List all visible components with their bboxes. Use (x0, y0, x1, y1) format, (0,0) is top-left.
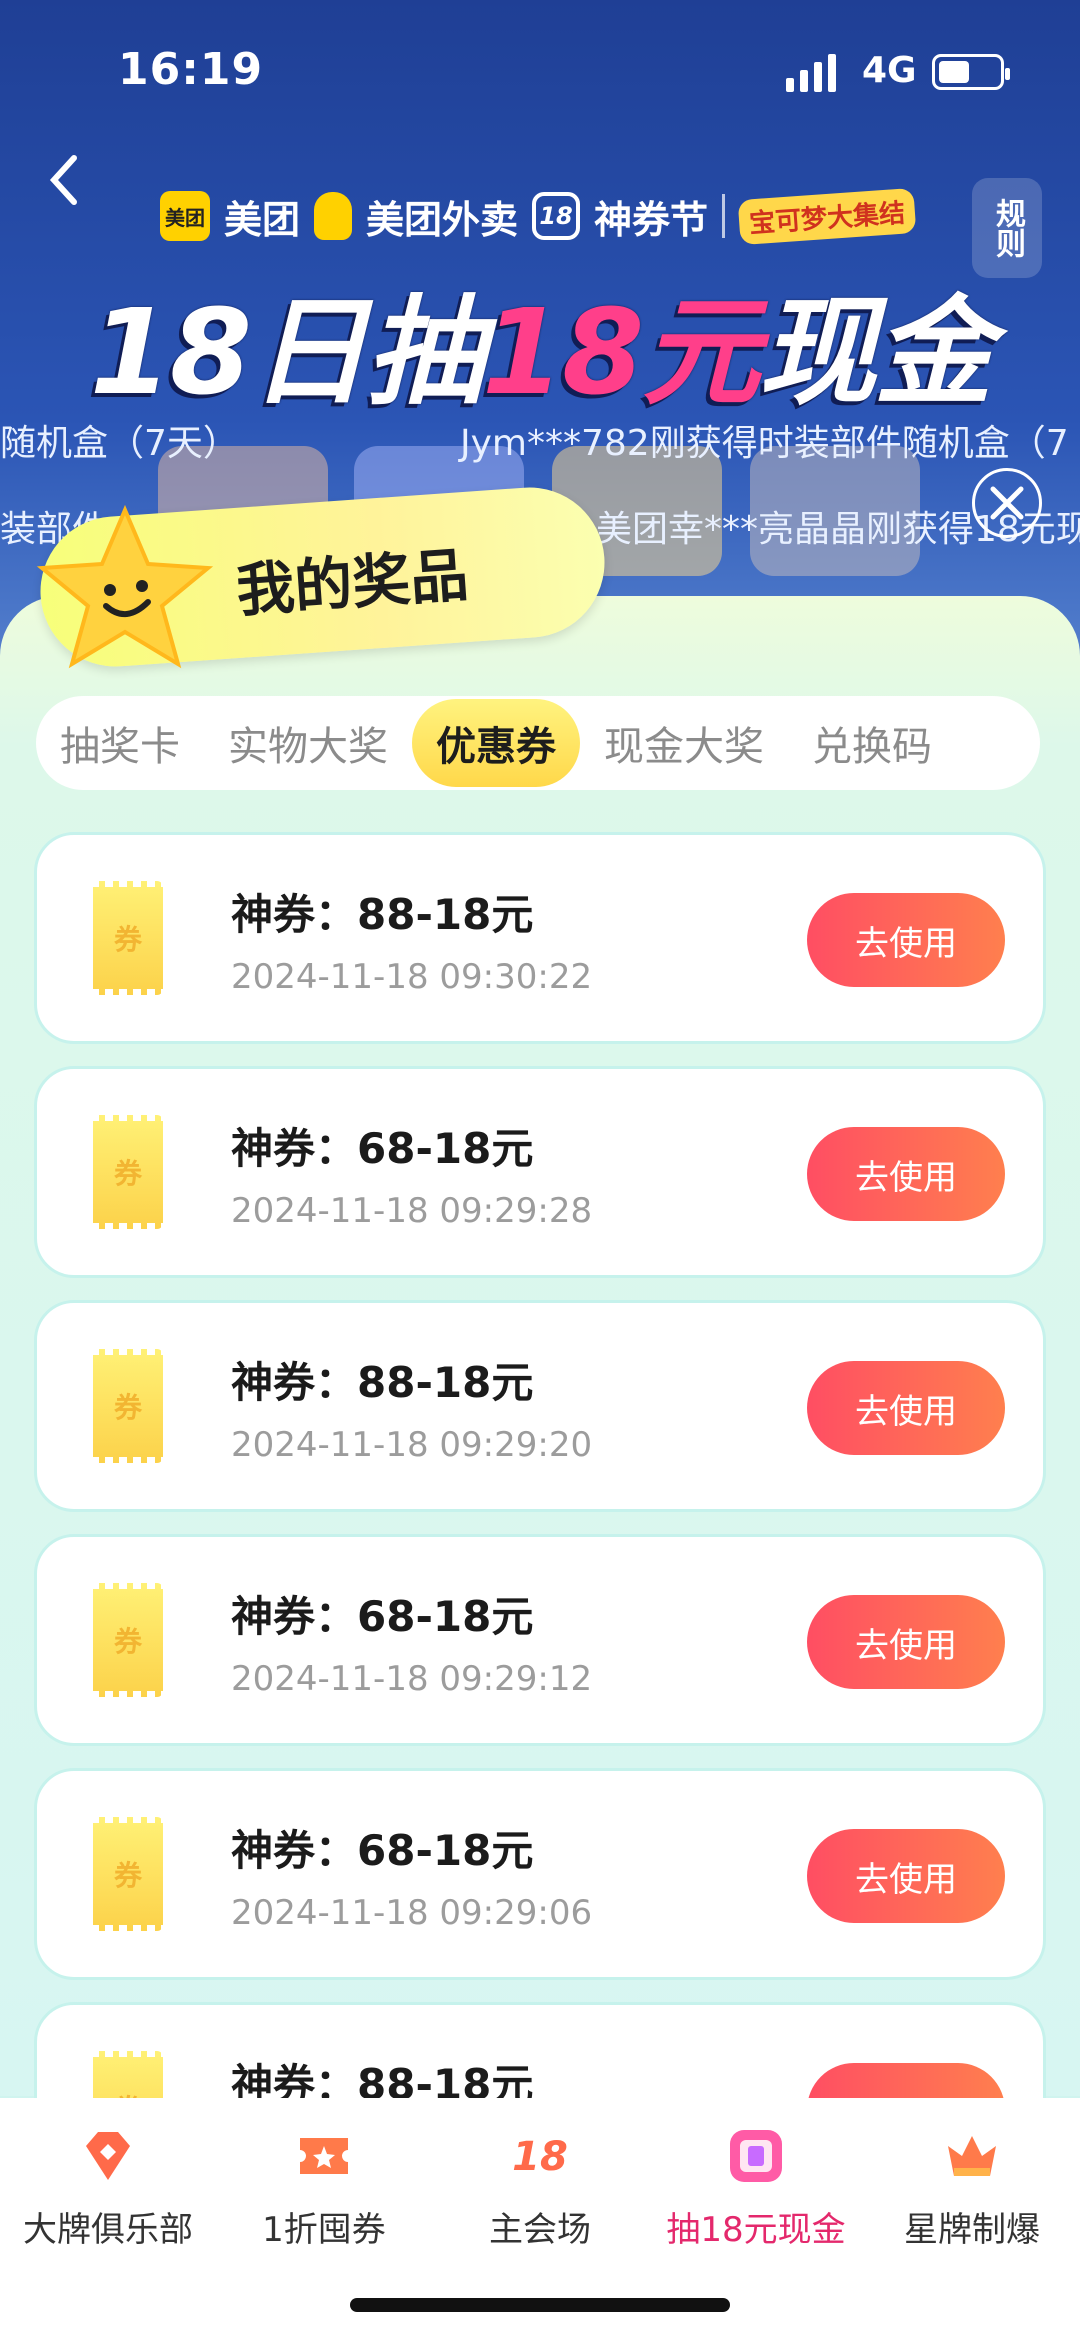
use-coupon-button[interactable]: 去使用 (807, 1361, 1005, 1455)
winner-ticker: 随机盒（7天） Jym***782刚获得时装部件随机盒（7 (0, 414, 1080, 470)
badge-18-icon: 18 (532, 192, 581, 240)
coupon-name: 神券：88-18元 (231, 890, 534, 939)
page-title: 18日抽18元现金 (0, 256, 1080, 427)
tab-lottery-card[interactable]: 抽奖卡 (36, 699, 204, 787)
title-part-2: 18元 (481, 283, 760, 421)
coupon-list[interactable]: 券 神券：88-18元 2024-11-18 09:30:22 去使用 券 神券… (34, 832, 1046, 2102)
coupon-ticket-icon: 券 (91, 2049, 165, 2102)
use-coupon-button[interactable]: 去使用 (807, 893, 1005, 987)
brand-festival: 神券节 (594, 197, 709, 242)
diamond-icon (86, 2132, 130, 2180)
coupon-date: 2024-11-18 09:30:22 (231, 957, 593, 997)
coupon-date: 2024-11-18 09:29:28 (231, 1191, 593, 1231)
coupon-ticket-icon: 券 (91, 1347, 165, 1465)
ticket-icon (300, 2138, 348, 2174)
star-mascot-icon (36, 504, 214, 669)
page: 16:19 4G 美团 美团 美团外卖 18 神券节 宝可梦大集结 规则 18日… (0, 0, 1080, 2337)
title-part-3: 现金 (758, 283, 992, 421)
status-time: 16:19 (118, 44, 264, 95)
close-icon (990, 486, 1024, 520)
home-indicator[interactable] (350, 2298, 730, 2312)
meituan-logo-icon: 美团 (160, 191, 210, 241)
coupon-card: 券 神券：68-18元 2024-11-18 09:29:06 去使用 (34, 1768, 1046, 1980)
coupon-ticket-icon: 券 (91, 1113, 165, 1231)
brand-row: 美团 美团 美团外卖 18 神券节 宝可梦大集结 (160, 186, 917, 246)
coupon-date: 2024-11-18 09:29:06 (231, 1893, 593, 1933)
ticker-item: Jym***782刚获得时装部件随机盒（7 (460, 423, 1069, 464)
coupon-date: 2024-11-18 09:29:20 (231, 1425, 593, 1465)
coupon-name: 神券：68-18元 (231, 1592, 534, 1641)
cash-card-icon (730, 2130, 782, 2182)
nav-label: 大牌俱乐部 (23, 2210, 193, 2250)
coupon-card: 券 神券：88-18元 (34, 2002, 1046, 2102)
use-coupon-button[interactable]: 去使用 (807, 1829, 1005, 1923)
coupon-date: 2024-11-18 09:29:12 (231, 1659, 593, 1699)
divider (722, 194, 726, 238)
coupon-ticket-icon: 券 (91, 879, 165, 997)
chevron-left-icon (49, 155, 77, 205)
close-button[interactable] (972, 468, 1042, 538)
use-coupon-button[interactable]: 去使用 (807, 1127, 1005, 1221)
tab-redeem-code[interactable]: 兑换码 (788, 699, 956, 787)
use-coupon-button[interactable] (807, 2063, 1005, 2102)
coupon-name: 神券：88-18元 (231, 1358, 534, 1407)
badge-18-nav-icon: 18 (512, 2134, 568, 2180)
tab-physical-prize[interactable]: 实物大奖 (204, 699, 412, 787)
nav-item-discount-coupons[interactable]: 1折囤券 (216, 2098, 432, 2258)
nav-label: 抽18元现金 (666, 2210, 846, 2250)
nav-item-brand-club[interactable]: 大牌俱乐部 (0, 2098, 216, 2258)
status-bar: 16:19 4G (0, 0, 1080, 140)
tab-coupon[interactable]: 优惠券 (412, 699, 580, 787)
nav-item-main-venue[interactable]: 18 主会场 (432, 2098, 648, 2258)
title-part-1: 18日抽 (89, 283, 484, 421)
crown-icon (948, 2136, 996, 2176)
panel-title: 我的奖品 (234, 540, 471, 625)
brand-waimai: 美团外卖 (366, 197, 519, 242)
tab-cash-prize[interactable]: 现金大奖 (580, 699, 788, 787)
coupon-name: 神券：68-18元 (231, 1826, 534, 1875)
prize-tabs: 抽奖卡 实物大奖 优惠券 现金大奖 兑换码 (36, 696, 1040, 790)
signal-icon (786, 54, 836, 92)
partner-logo: 宝可梦大集结 (737, 187, 917, 245)
network-type: 4G (862, 50, 917, 91)
coupon-card: 券 神券：68-18元 2024-11-18 09:29:12 去使用 (34, 1534, 1046, 1746)
use-coupon-button[interactable]: 去使用 (807, 1595, 1005, 1689)
nav-label: 1折囤券 (262, 2210, 386, 2250)
brand-meituan: 美团 (224, 197, 301, 242)
coupon-name: 神券：88-18元 (231, 2060, 534, 2102)
rabbit-logo-icon (314, 192, 353, 240)
ticker-item: 随机盒（7天） (0, 423, 239, 464)
nav-item-star-brand[interactable]: 星牌制爆 (864, 2098, 1080, 2258)
coupon-name: 神券：68-18元 (231, 1124, 534, 1173)
nav-label: 星牌制爆 (904, 2210, 1040, 2250)
nav-item-draw-cash[interactable]: 抽18元现金 (648, 2098, 864, 2258)
back-button[interactable] (44, 150, 104, 210)
coupon-ticket-icon: 券 (91, 1815, 165, 1933)
svg-text:18: 18 (512, 2134, 568, 2180)
coupon-card: 券 神券：68-18元 2024-11-18 09:29:28 去使用 (34, 1066, 1046, 1278)
battery-icon (932, 54, 1010, 90)
coupon-card: 券 神券：88-18元 2024-11-18 09:29:20 去使用 (34, 1300, 1046, 1512)
coupon-card: 券 神券：88-18元 2024-11-18 09:30:22 去使用 (34, 832, 1046, 1044)
nav-label: 主会场 (489, 2210, 591, 2250)
coupon-ticket-icon: 券 (91, 1581, 165, 1699)
